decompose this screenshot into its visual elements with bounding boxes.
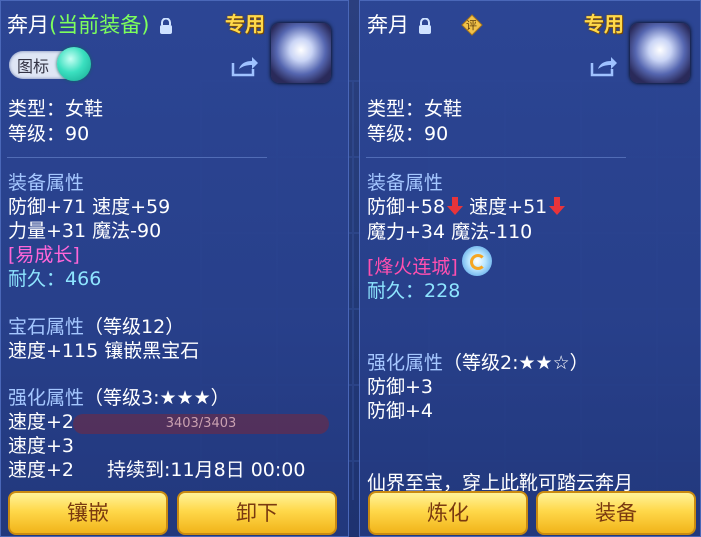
enhance-line-1: 速度+2 <box>8 411 75 433</box>
arrow-down-icon <box>447 197 464 215</box>
enhance-heading: 强化属性（等级2:★★☆） <box>367 351 589 375</box>
equipped-item-panel: 奔月(当前装备) 专用 图标 类型：女鞋 等级：90 装备属性 防御+71 速度… <box>0 0 349 537</box>
defense-stat: 防御+58 <box>367 196 446 218</box>
hp-bar-background: 3403/3403 <box>73 414 329 434</box>
item-name: 奔月 <box>7 13 49 37</box>
divider <box>7 157 267 158</box>
item-type: 类型：女鞋 <box>8 98 104 120</box>
evaluate-label: 评 <box>466 19 477 32</box>
helmet-avatar-icon <box>630 23 690 83</box>
refine-button[interactable]: 炼化 <box>368 491 528 535</box>
growth-tag: [易成长] <box>8 244 80 266</box>
lock-icon <box>419 18 431 34</box>
inlay-button[interactable]: 镶嵌 <box>8 491 168 535</box>
share-icon[interactable] <box>231 55 259 77</box>
refresh-icon[interactable] <box>462 246 492 276</box>
item-level: 等级：90 <box>367 123 449 145</box>
attr-line-1: 防御+58 速度+51 <box>367 195 566 219</box>
item-title: 奔月(当前装备) <box>7 13 149 37</box>
set-tag: [烽火连城] <box>367 256 458 278</box>
lock-icon <box>160 18 172 34</box>
enhance-label: 强化属性 <box>367 352 444 374</box>
attr-line-1: 防御+71 速度+59 <box>8 196 171 218</box>
equip-attr-heading: 装备属性 <box>8 172 85 194</box>
item-name: 奔月 <box>367 13 409 37</box>
exclusive-label: 专用 <box>225 12 265 36</box>
enhance-expiry: 持续到:11月8日 00:00 <box>107 459 306 481</box>
divider <box>366 157 626 158</box>
durability-label: 耐久： <box>8 268 66 290</box>
attr-line-2: 力量+31 魔法-90 <box>8 220 162 242</box>
equipped-tag: (当前装备) <box>49 13 150 37</box>
enhance-heading: 强化属性（等级3:★★★） <box>8 386 230 410</box>
gem-level: （等级12） <box>84 316 185 338</box>
attr-line-2: 魔力+34 魔法-110 <box>367 221 533 243</box>
equip-button[interactable]: 装备 <box>536 491 696 535</box>
durability-value: 466 <box>65 268 102 290</box>
game-stage: 奔月(当前装备) 专用 图标 类型：女鞋 等级：90 装备属性 防御+71 速度… <box>0 0 701 537</box>
helmet-avatar-icon <box>271 23 331 83</box>
hp-bar-text: 3403/3403 <box>165 416 237 431</box>
unequip-button[interactable]: 卸下 <box>177 491 337 535</box>
gem-heading: 宝石属性（等级12） <box>8 315 184 339</box>
enhance-line-3: 速度+2 <box>8 459 75 481</box>
compare-item-panel: 奔月 专用 类型：女鞋 等级：90 装备属性 防御+58 速度+51 魔力+34… <box>359 0 701 537</box>
gem-label: 宝石属性 <box>8 316 85 338</box>
arrow-down-icon <box>549 197 566 215</box>
speed-stat: 速度+51 <box>469 196 548 218</box>
durability: 耐久：466 <box>8 267 101 291</box>
evaluate-badge[interactable]: 评 <box>461 14 483 36</box>
enhance-level: （等级3:★★★） <box>84 387 230 409</box>
icon-toggle-label: 图标 <box>17 57 50 76</box>
enhance-level: （等级2:★★☆） <box>443 352 589 374</box>
toggle-knob[interactable] <box>57 47 91 81</box>
enhance-label: 强化属性 <box>8 387 85 409</box>
enhance-line-1: 防御+3 <box>367 376 434 398</box>
equip-attr-heading: 装备属性 <box>367 172 444 194</box>
item-level: 等级：90 <box>8 123 90 145</box>
enhance-line-2: 速度+3 <box>8 435 75 457</box>
item-type: 类型：女鞋 <box>367 98 463 120</box>
share-icon[interactable] <box>590 55 618 77</box>
durability-value: 228 <box>424 280 461 302</box>
enhance-line-2: 防御+4 <box>367 400 434 422</box>
durability-label: 耐久： <box>367 280 425 302</box>
gem-attr-line: 速度+115 镶嵌黑宝石 <box>8 340 200 362</box>
icon-toggle[interactable]: 图标 <box>9 47 91 81</box>
exclusive-label: 专用 <box>584 12 624 36</box>
durability: 耐久：228 <box>367 279 460 303</box>
